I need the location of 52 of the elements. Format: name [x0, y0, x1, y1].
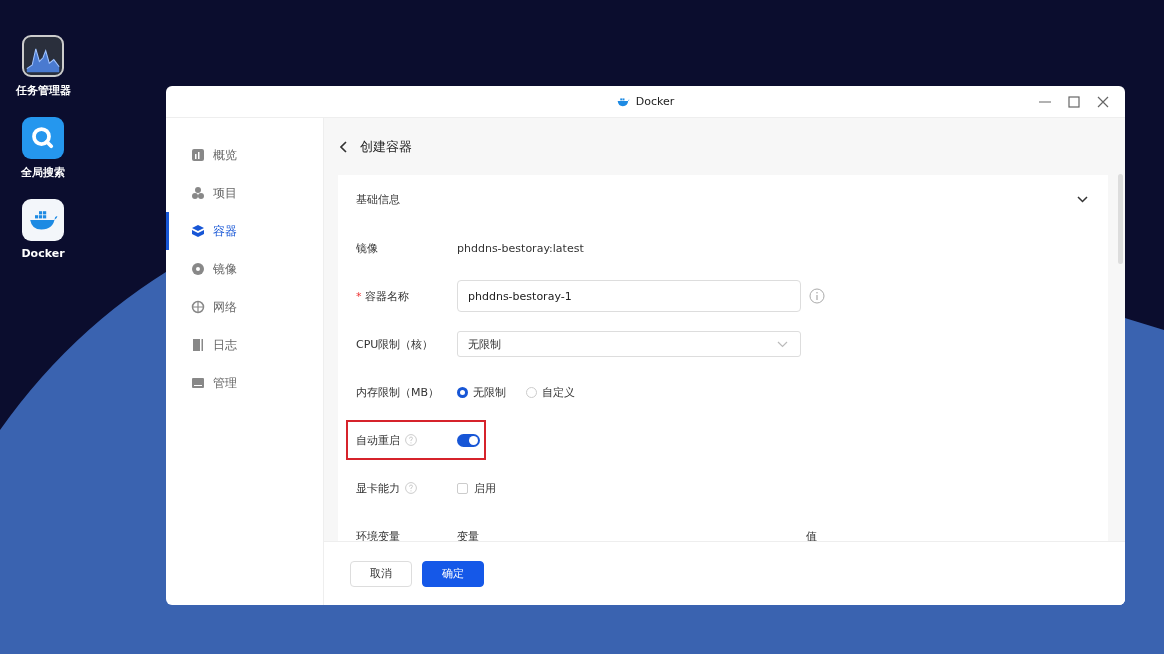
checkbox[interactable] — [457, 482, 468, 494]
radio-label[interactable]: 自定义 — [542, 384, 575, 400]
window-title: Docker — [635, 95, 675, 108]
column-header: 变量 — [457, 528, 479, 541]
sidebar-item[interactable]: 日志 — [166, 326, 323, 364]
field-label: CPU限制（核） — [356, 336, 434, 352]
disc-icon — [191, 262, 205, 276]
toggle-switch[interactable] — [457, 433, 480, 447]
sidebar-item[interactable]: 管理 — [166, 364, 323, 402]
page-title: 创建容器 — [360, 137, 412, 156]
sidebar-item[interactable]: 网络 — [166, 288, 323, 326]
field-label: 显卡能力 — [356, 480, 400, 496]
maximize-icon[interactable] — [1068, 96, 1080, 108]
sidebar-item[interactable]: 概览 — [166, 136, 323, 174]
field-label: 内存限制（MB） — [356, 384, 440, 400]
column-header: 值 — [806, 528, 817, 541]
confirm-button[interactable]: 确定 — [422, 560, 484, 587]
field-label: 镜像 — [356, 240, 378, 256]
chart-icon — [191, 148, 205, 162]
desktop-icon-label[interactable]: 任务管理器 — [15, 83, 71, 98]
sidebar-item[interactable]: 项目 — [166, 174, 323, 212]
search-icon[interactable] — [22, 117, 64, 159]
close-icon[interactable] — [1097, 96, 1109, 108]
chevron-icon[interactable] — [1077, 195, 1088, 203]
scrollbar-thumb[interactable] — [1118, 174, 1123, 264]
book-icon — [191, 338, 205, 352]
cluster-icon — [191, 186, 205, 200]
sidebar-item[interactable]: 镜像 — [166, 250, 323, 288]
field-value: phddns-bestoray:latest — [457, 241, 584, 255]
radio-button[interactable] — [457, 386, 468, 398]
cube-icon — [191, 224, 205, 238]
radio-option[interactable]: 无限制 — [457, 384, 506, 400]
desktop-icon-label[interactable]: 全局搜索 — [21, 165, 65, 180]
field-label: 环境变量 — [356, 528, 400, 541]
caret-icon — [777, 340, 788, 348]
radio-label[interactable]: 无限制 — [473, 384, 506, 400]
required-mark: * — [356, 289, 362, 303]
section-title: 基础信息 — [356, 191, 400, 207]
field-label: 自动重启 — [356, 432, 400, 448]
monitor-icon — [191, 376, 205, 390]
checkbox-label[interactable]: 启用 — [474, 480, 496, 496]
back-icon[interactable] — [340, 140, 348, 153]
input-field[interactable]: phddns-bestoray-1 — [457, 280, 801, 312]
cancel-button[interactable]: 取消 — [350, 560, 412, 587]
whale-icon — [616, 96, 630, 107]
globe-icon — [191, 300, 205, 314]
activity-chart-icon[interactable] — [22, 35, 64, 77]
desktop-icon-label[interactable]: Docker — [21, 247, 65, 260]
radio-option[interactable]: 自定义 — [526, 384, 575, 400]
whale-icon[interactable] — [22, 199, 64, 241]
select-field[interactable]: 无限制 — [457, 331, 801, 357]
field-label: 容器名称 — [364, 288, 409, 304]
